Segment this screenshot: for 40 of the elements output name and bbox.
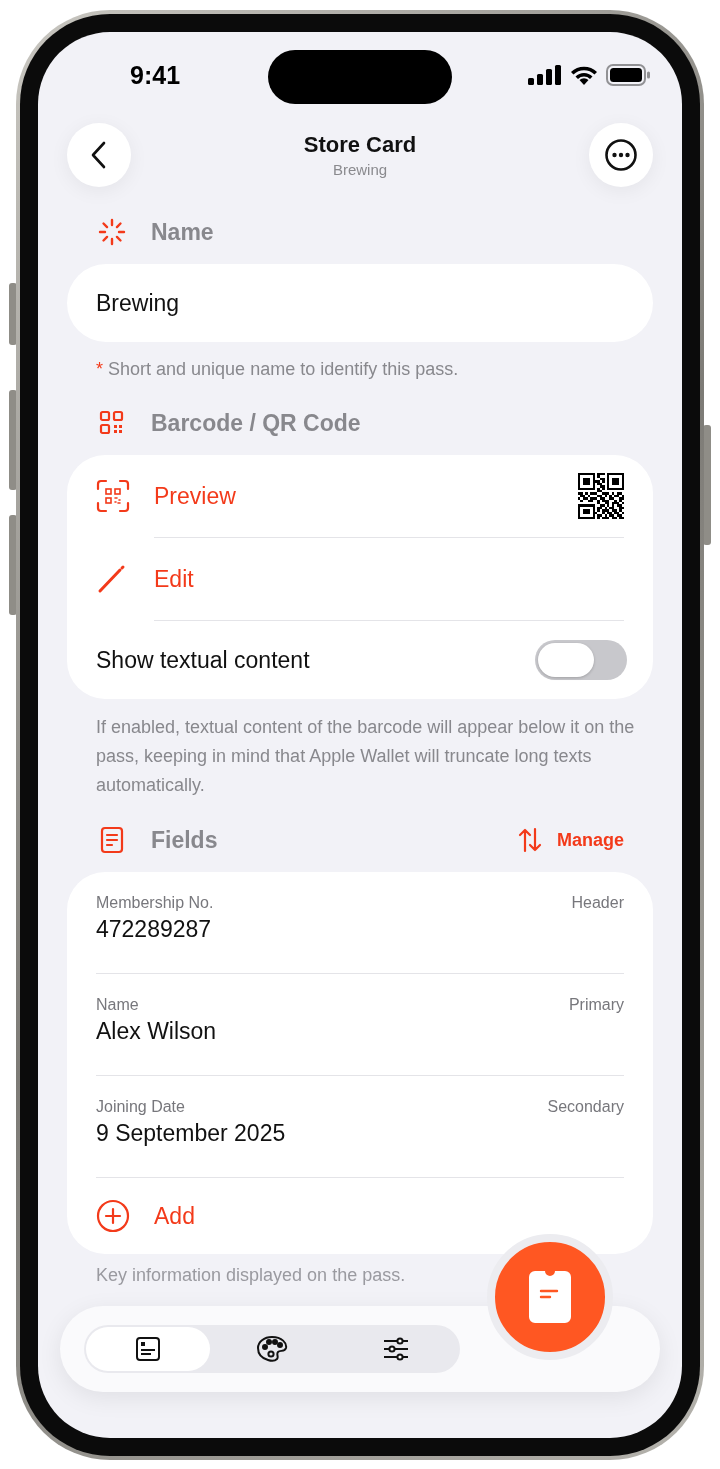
more-icon <box>604 138 638 172</box>
card-icon <box>135 1336 161 1362</box>
qr-code-icon <box>578 473 624 519</box>
section-heading: Fields <box>151 826 218 854</box>
scan-qr-icon <box>96 479 130 513</box>
edit-button[interactable]: Edit <box>154 565 194 593</box>
screen-title: Store Card <box>303 132 417 158</box>
name-hint: * Short and unique name to identify this pass. <box>96 358 460 380</box>
add-button[interactable]: Add <box>154 1202 195 1230</box>
field-value: Alex Wilson <box>96 1018 218 1045</box>
screen-subtitle: Brewing <box>332 161 388 178</box>
signal-icon <box>528 65 562 85</box>
field-label: Joining Date <box>96 1098 185 1116</box>
palette-icon <box>256 1335 288 1363</box>
field-label: Membership No. <box>96 894 214 912</box>
field-type: Primary <box>568 996 624 1014</box>
field-label: Name <box>96 996 139 1014</box>
toggle-switch[interactable] <box>535 640 627 680</box>
sliders-icon <box>382 1336 410 1362</box>
barcode-note: If enabled, textual content of the barcode will appear below it on the pass, keeping in mind that Apple Wallet will truncate long texts automatically. <box>96 716 636 797</box>
section-heading: Name <box>151 218 214 246</box>
tab[interactable] <box>86 1327 210 1371</box>
battery-icon <box>606 64 650 86</box>
status-time: 9:41 <box>130 60 181 90</box>
section-heading: Barcode / QR Code <box>151 409 361 437</box>
add-icon <box>96 1199 130 1233</box>
field-type: Header <box>571 894 624 912</box>
sparkle-icon <box>97 217 127 247</box>
toggle-label: Show textual content <box>96 646 311 674</box>
field-type: Secondary <box>547 1098 624 1116</box>
wifi-icon <box>570 65 598 85</box>
field-value: 472289287 <box>96 916 213 943</box>
manage-button[interactable]: Manage <box>556 829 624 851</box>
field-value: 9 September 2025 <box>96 1120 287 1147</box>
fields-note: Key information displayed on the pass. <box>96 1264 407 1286</box>
preview-button[interactable]: Preview <box>154 482 236 510</box>
pass-icon <box>529 1271 571 1323</box>
sort-icon <box>516 827 543 853</box>
pencil-icon <box>96 564 126 594</box>
name-input-field[interactable]: Brewing <box>67 264 653 342</box>
